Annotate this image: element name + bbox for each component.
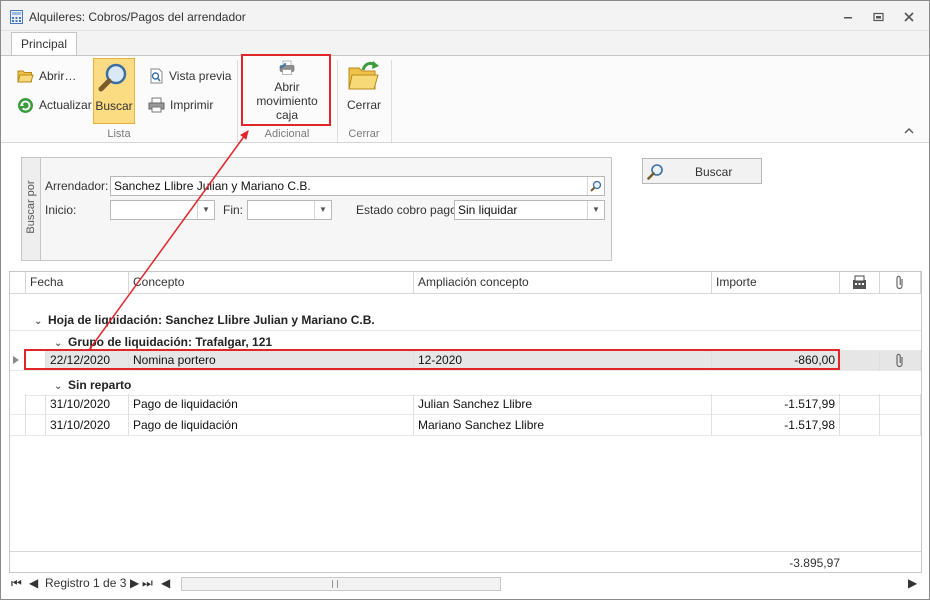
annotation-arrow: [88, 129, 249, 351]
main-window: Alquileres: Cobros/Pagos del arrendador …: [0, 0, 930, 600]
